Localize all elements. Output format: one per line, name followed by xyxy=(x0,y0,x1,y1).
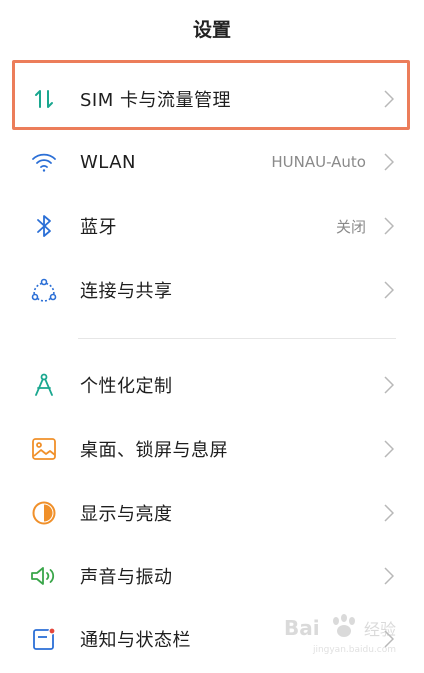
settings-item-label: 显示与亮度 xyxy=(80,504,173,525)
settings-item-label: 蓝牙 xyxy=(80,217,117,238)
settings-item-connection-share[interactable]: 连接与共享 xyxy=(0,262,424,318)
chevron-right-icon xyxy=(382,89,396,109)
watermark-url: jingyan.baidu.com xyxy=(312,645,396,655)
section-divider xyxy=(78,338,396,339)
chevron-right-icon xyxy=(382,503,396,523)
personalize-icon xyxy=(28,369,60,401)
wallpaper-icon xyxy=(28,433,60,465)
header: 设置 xyxy=(0,0,424,56)
settings-item-bluetooth[interactable]: 蓝牙 关闭 xyxy=(0,198,424,254)
chevron-right-icon xyxy=(382,216,396,236)
settings-item-sound[interactable]: 声音与振动 xyxy=(0,548,424,604)
page-title: 设置 xyxy=(192,18,231,41)
settings-item-sim-data[interactable]: SIM 卡与流量管理 xyxy=(0,71,424,127)
settings-item-label: SIM 卡与流量管理 xyxy=(80,90,231,111)
settings-item-display-brightness[interactable]: 显示与亮度 xyxy=(0,485,424,541)
sound-icon xyxy=(28,560,60,592)
settings-item-wlan[interactable]: WLAN HUNAU-Auto xyxy=(0,134,424,190)
chevron-right-icon xyxy=(382,439,396,459)
settings-item-label: WLAN xyxy=(80,151,137,173)
wifi-icon xyxy=(28,146,60,178)
display-brightness-icon xyxy=(28,497,60,529)
chevron-right-icon xyxy=(382,152,396,172)
connection-share-icon xyxy=(28,274,60,306)
settings-item-label: 个性化定制 xyxy=(80,376,173,397)
settings-item-personalize[interactable]: 个性化定制 xyxy=(0,357,424,413)
svg-text:经验: 经验 xyxy=(364,620,396,639)
settings-item-label: 连接与共享 xyxy=(80,281,173,302)
svg-text:Bai: Bai xyxy=(284,616,320,640)
watermark: Bai 经验 jingyan.baidu.com xyxy=(282,609,402,655)
bluetooth-icon xyxy=(28,210,60,242)
notification-icon xyxy=(28,623,60,655)
sim-data-icon xyxy=(28,83,60,115)
chevron-right-icon xyxy=(382,280,396,300)
settings-item-label: 通知与状态栏 xyxy=(80,630,191,651)
settings-item-label: 声音与振动 xyxy=(80,567,173,588)
chevron-right-icon xyxy=(382,375,396,395)
bluetooth-status: 关闭 xyxy=(335,217,366,236)
settings-item-label: 桌面、锁屏与息屏 xyxy=(80,440,228,461)
settings-item-wallpaper[interactable]: 桌面、锁屏与息屏 xyxy=(0,421,424,477)
wlan-status: HUNAU-Auto xyxy=(271,153,366,171)
chevron-right-icon xyxy=(382,566,396,586)
